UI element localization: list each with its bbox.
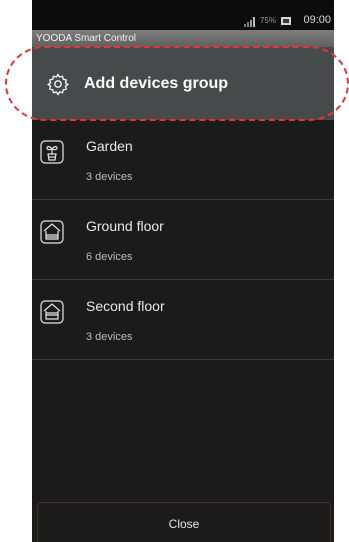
add-devices-group-button[interactable]: Add devices group xyxy=(32,47,334,120)
house-icon xyxy=(40,220,64,244)
close-button-label: Close xyxy=(168,517,200,531)
list-item-garden[interactable]: Garden 3 devices xyxy=(32,120,334,200)
group-name: Garden xyxy=(86,138,133,154)
group-name: Second floor xyxy=(86,298,165,314)
list-item-second-floor[interactable]: Second floor 3 devices xyxy=(32,280,334,360)
house-icon xyxy=(40,300,64,324)
status-time: 09:00 xyxy=(303,14,331,26)
groups-list: Garden 3 devices Ground floor 6 devices … xyxy=(32,120,334,360)
status-bar: 75% 09:00 xyxy=(32,0,334,30)
plant-pot-icon xyxy=(40,140,64,164)
phone-screen: 75% 09:00 YOODA Smart Control Add device… xyxy=(32,0,334,542)
add-devices-group-label: Add devices group xyxy=(84,74,229,92)
battery-percent: 75% xyxy=(259,16,276,25)
close-button[interactable]: Close xyxy=(37,502,331,542)
signal-icon xyxy=(244,17,255,27)
app-title: YOODA Smart Control xyxy=(36,33,137,44)
gear-icon xyxy=(46,72,70,96)
list-item-ground-floor[interactable]: Ground floor 6 devices xyxy=(32,200,334,280)
battery-icon xyxy=(281,17,291,25)
group-name: Ground floor xyxy=(86,218,164,234)
group-device-count: 6 devices xyxy=(86,251,133,263)
app-title-bar: YOODA Smart Control xyxy=(32,30,334,47)
group-device-count: 3 devices xyxy=(86,171,133,183)
group-device-count: 3 devices xyxy=(86,331,133,343)
